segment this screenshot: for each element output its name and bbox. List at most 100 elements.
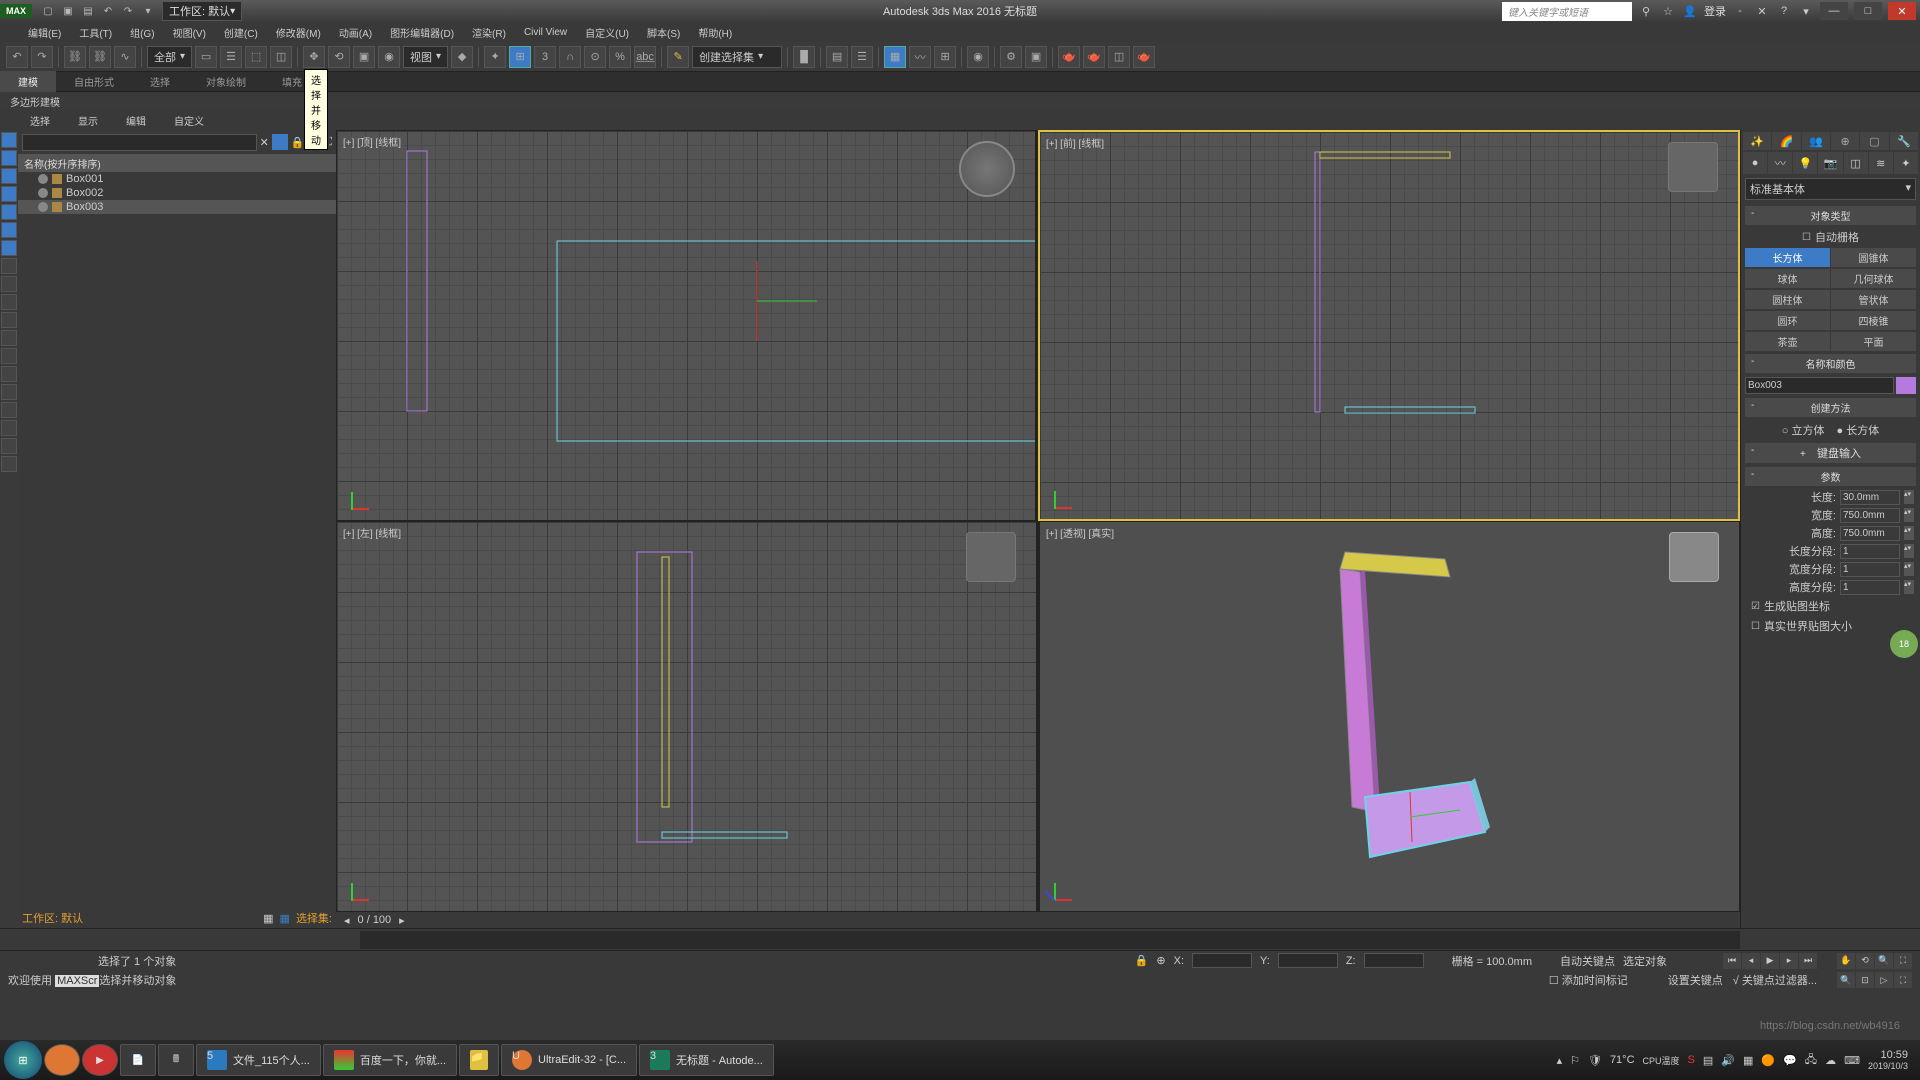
curve-editor-button[interactable]: 〰 [909,46,931,68]
menu-graph[interactable]: 图形编辑器(D) [382,23,462,42]
filter-helper-icon[interactable] [1,204,17,220]
mirror-button[interactable]: ▐▌ [793,46,815,68]
cat-shapes-icon[interactable]: 〰 [1768,152,1792,174]
tab-custom[interactable]: 自定义 [162,111,216,130]
prim-cone-button[interactable]: 圆锥体 [1831,248,1916,267]
user-icon[interactable]: 👤 [1682,3,1698,19]
select-move-button[interactable]: ✥ 选择并移动 [303,46,325,68]
taskbar-pinned-2[interactable]: ▶ [82,1044,118,1076]
render-setup-button[interactable]: ⚙ [1000,46,1022,68]
taskbar-pinned-1[interactable] [44,1044,80,1076]
tab-modify-icon[interactable]: 🌈 [1772,132,1800,150]
percent-snap-button[interactable]: ∩ [559,46,581,68]
prim-teapot-button[interactable]: 茶壶 [1745,332,1830,351]
login-link[interactable]: 登录 [1704,3,1726,19]
select-scale-button[interactable]: ▣ [353,46,375,68]
keyfilter-button[interactable]: √ 关键点过滤器... [1733,972,1817,988]
manip-button[interactable]: ✦ [484,46,506,68]
filter-18-icon[interactable] [1,438,17,454]
filter-14-icon[interactable] [1,366,17,382]
lock-icon[interactable]: 🔒 [1135,954,1149,967]
qat-redo-icon[interactable]: ↷ [120,3,136,19]
scene-item-box003[interactable]: Box003 [18,200,336,214]
rollout-name-color[interactable]: 名称和颜色 [1745,354,1916,373]
rollout-creation-method[interactable]: 创建方法 [1745,398,1916,417]
menu-render[interactable]: 渲染(R) [464,23,514,42]
prim-plane-button[interactable]: 平面 [1831,332,1916,351]
named-selection-dropdown[interactable]: 创建选择集 ▾ [692,46,782,68]
next-frame-button[interactable]: ▸ [1780,953,1798,969]
x-input[interactable] [1192,953,1252,968]
goto-start-button[interactable]: ⏮ [1723,953,1741,969]
filter-geom-icon[interactable] [1,132,17,148]
ribbon-tab-modeling[interactable]: 建模 [0,71,56,92]
timeline[interactable] [0,928,1920,950]
window-close-button[interactable]: ✕ [1888,2,1916,20]
autogrid-checkbox[interactable]: ☐ 自动栅格 [1741,227,1920,247]
lsegs-input[interactable] [1840,544,1900,559]
taskbar-item-1[interactable]: 5文件_115个人... [196,1044,321,1076]
filter-15-icon[interactable] [1,384,17,400]
cat-helpers-icon[interactable]: ◫ [1844,152,1868,174]
menu-script[interactable]: 脚本(S) [639,23,688,42]
filter-19-icon[interactable] [1,456,17,472]
cat-geometry-icon[interactable]: ● [1743,152,1767,174]
cat-lights-icon[interactable]: 💡 [1793,152,1817,174]
cat-cameras-icon[interactable]: 📷 [1818,152,1842,174]
taskbar-item-4[interactable]: UUltraEdit-32 - [C... [501,1044,637,1076]
y-input[interactable] [1278,953,1338,968]
height-input[interactable] [1840,526,1900,541]
start-button[interactable]: ⊞ [4,1041,42,1079]
tab-display-icon[interactable]: ▢ [1860,132,1888,150]
qat-undo-icon[interactable]: ↶ [100,3,116,19]
workspace-selector[interactable]: 工作区: 默认 ▾ [162,1,242,21]
scene-lock-icon[interactable]: 🔒 [291,136,305,149]
qat-save-icon[interactable]: ▤ [80,3,96,19]
nav-zoomall-button[interactable]: ⊡ [1856,972,1874,988]
material-editor-button[interactable]: ◉ [967,46,989,68]
qat-more-icon[interactable]: ▾ [140,3,156,19]
filter-17-icon[interactable] [1,420,17,436]
select-name-button[interactable]: ☰ [220,46,242,68]
viewport-front[interactable]: [+] [前] [线框] [1038,130,1740,521]
filter-9-icon[interactable] [1,276,17,292]
ribbon-tab-paint[interactable]: 对象绘制 [188,71,264,92]
qat-open-icon[interactable]: ▣ [60,3,76,19]
ribbon-tab-selection[interactable]: 选择 [132,71,188,92]
viewport-top[interactable]: [+] [顶] [线框] [336,130,1036,521]
chevron-down-icon[interactable]: ▾ [1798,3,1814,19]
star-icon[interactable]: ☆ [1660,3,1676,19]
tray-up-icon[interactable]: ▴ [1557,1054,1563,1067]
goto-end-button[interactable]: ⏭ [1799,953,1817,969]
prim-geosphere-button[interactable]: 几何球体 [1831,269,1916,288]
filter-13-icon[interactable] [1,348,17,364]
layers-button[interactable]: ☰ [851,46,873,68]
clock-time[interactable]: 10:59 [1868,1049,1908,1061]
time-slider-bar[interactable]: ◂0 / 100▸ [336,912,1740,928]
system-tray[interactable]: ▴ ⚐🛡 71°C CPU温度 S▤🔊▦🟠💬🖧☁⌨ 10:59 2019/10/… [1557,1049,1916,1071]
filter-8-icon[interactable] [1,258,17,274]
window-maximize-button[interactable]: □ [1854,2,1882,20]
nav-pan-button[interactable]: ✋ [1837,953,1855,969]
spinner[interactable]: ▴▾ [1904,490,1914,504]
length-input[interactable] [1840,490,1900,505]
viewport-left[interactable]: [+] [左] [线框] [336,521,1037,912]
tab-display[interactable]: 显示 [66,111,110,130]
undo-button[interactable]: ↶ [6,46,28,68]
gen-mapping-checkbox[interactable]: ☑ 生成贴图坐标 [1741,596,1920,616]
scene-item-box001[interactable]: Box001 [18,172,336,186]
prim-cylinder-button[interactable]: 圆柱体 [1745,290,1830,309]
rollout-parameters[interactable]: 参数 [1745,467,1916,486]
nav-maximize-button[interactable]: ⛶ [1894,972,1912,988]
nav-arc-button[interactable]: ⟲ [1856,953,1874,969]
filter-light-icon[interactable] [1,168,17,184]
angle-snap-button[interactable]: 3 [534,46,556,68]
abc-button[interactable]: a̲b̲c̲ [634,46,656,68]
nav-zoom2-button[interactable]: 🔍 [1837,972,1855,988]
rollout-object-type[interactable]: 对象类型 [1745,206,1916,225]
scene-view-icon[interactable] [272,134,288,150]
help-icon[interactable]: ? [1776,3,1792,19]
setkey-button[interactable]: 设置关键点 [1668,972,1723,988]
dash-icon[interactable]: - [1732,3,1748,19]
toggle-ribbon-button[interactable]: ▦ [884,46,906,68]
